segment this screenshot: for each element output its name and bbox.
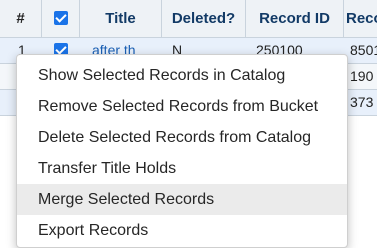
row-next-col: 8501 bbox=[350, 42, 377, 58]
column-header-deleted[interactable]: Deleted? bbox=[162, 0, 246, 37]
menu-item-export-records[interactable]: Export Records bbox=[17, 215, 347, 246]
menu-item-merge-records[interactable]: Merge Selected Records bbox=[17, 184, 347, 215]
column-header-number[interactable]: # bbox=[0, 0, 42, 37]
menu-item-transfer-title-holds[interactable]: Transfer Title Holds bbox=[17, 153, 347, 184]
column-header-record-id[interactable]: Record ID bbox=[246, 0, 344, 37]
menu-item-delete-from-catalog[interactable]: Delete Selected Records from Catalog bbox=[17, 122, 347, 153]
column-header-title[interactable]: Title bbox=[80, 0, 162, 37]
select-all-checkbox[interactable] bbox=[42, 0, 80, 37]
column-header-truncated[interactable]: Recor bbox=[344, 0, 377, 37]
grid-header: # Title Deleted? Record ID Recor bbox=[0, 0, 377, 38]
row-next-col: 190 bbox=[350, 68, 374, 84]
row-next-col: 373 bbox=[350, 94, 374, 110]
menu-item-show-in-catalog[interactable]: Show Selected Records in Catalog bbox=[17, 60, 347, 91]
checkbox-checked-icon[interactable] bbox=[53, 10, 68, 25]
menu-item-remove-from-bucket[interactable]: Remove Selected Records from Bucket bbox=[17, 91, 347, 122]
actions-dropdown-menu: Show Selected Records in Catalog Remove … bbox=[16, 54, 348, 248]
